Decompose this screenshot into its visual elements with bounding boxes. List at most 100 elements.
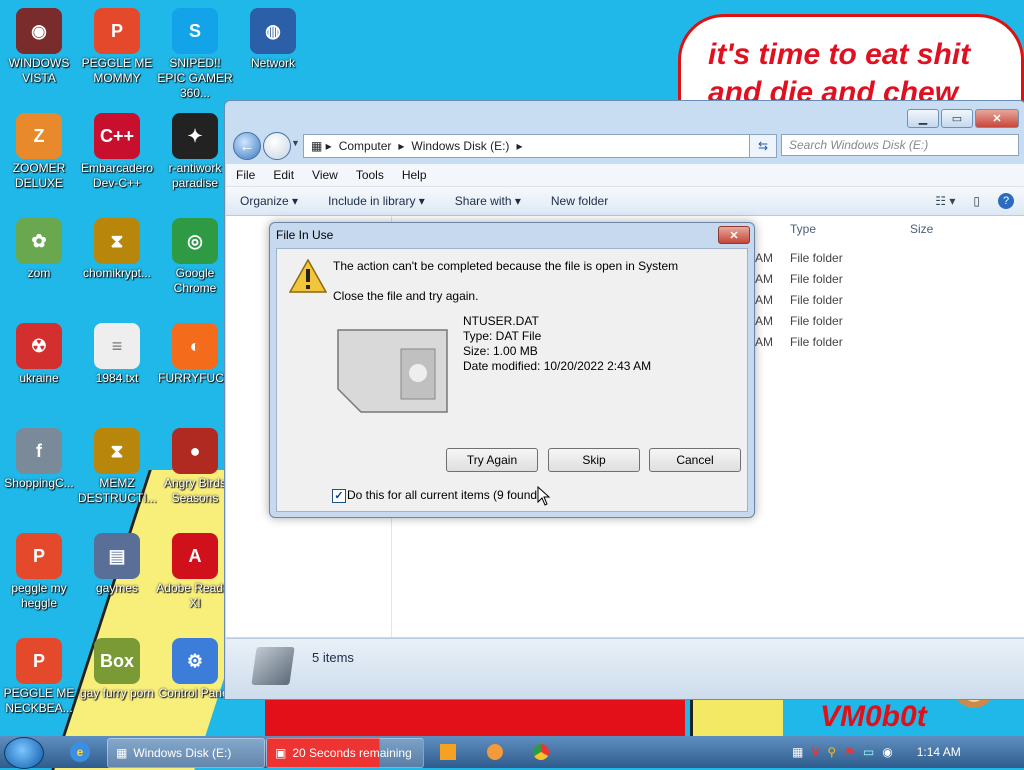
share-with-button[interactable]: Share with ▾: [455, 194, 521, 208]
navigation-row: ← ▼ ▦ ▸ Computer ▸ Windows Disk (E:) ▸ ▼…: [233, 132, 1019, 160]
tray-app-icon[interactable]: ▦: [792, 745, 803, 759]
wallpaper-logo: VM0b0t: [820, 700, 927, 733]
desktop-icon-label: Angry Birds Seasons: [163, 476, 227, 505]
file-in-use-dialog[interactable]: File In Use ✕ The action can't be comple…: [269, 222, 755, 518]
tray-network-icon[interactable]: ▭: [863, 745, 874, 759]
chrome-icon[interactable]: [533, 744, 549, 760]
cancel-button[interactable]: Cancel: [649, 448, 741, 472]
desktop-icon[interactable]: ◍ Network: [234, 8, 312, 71]
desktop-icon[interactable]: S SNIPED!! EPIC GAMER 360...: [156, 8, 234, 101]
desktop-icon-label: WINDOWS VISTA: [8, 56, 70, 85]
zom-icon: ✿: [16, 218, 62, 264]
start-button[interactable]: [4, 737, 44, 769]
menu-tools[interactable]: Tools: [356, 168, 384, 182]
desktop-icon[interactable]: ◉ WINDOWS VISTA: [0, 8, 78, 86]
tray-flag-icon[interactable]: ⚑: [844, 745, 855, 759]
skip-button[interactable]: Skip: [548, 448, 640, 472]
menu-file[interactable]: File: [236, 168, 255, 182]
wallpaper-yellow-corner: [690, 700, 783, 740]
drive-icon: ▦: [116, 746, 128, 760]
media-player-icon[interactable]: [440, 744, 456, 760]
hourglass-icon: ⧗: [94, 428, 140, 474]
desktop-icon[interactable]: P PEGGLE ME MOMMY: [78, 8, 156, 86]
command-bar: Organize ▾ Include in library ▾ Share wi…: [226, 187, 1024, 216]
peggle-icon: P: [16, 533, 62, 579]
drive-icon: [251, 647, 295, 685]
tray-v-icon[interactable]: V: [811, 745, 819, 759]
search-input[interactable]: Search Windows Disk (E:): [781, 134, 1019, 156]
include-in-library-button[interactable]: Include in library ▾: [328, 194, 425, 208]
minimize-button[interactable]: ▁: [907, 109, 939, 128]
zoomer-icon: Z: [16, 113, 62, 159]
paint-icon[interactable]: [487, 744, 503, 760]
desktop-icon[interactable]: ✦ r-antiwork paradise: [156, 113, 234, 191]
forward-button[interactable]: [263, 132, 291, 160]
firefox-icon: ◐: [172, 323, 218, 369]
dialog-close-button[interactable]: ✕: [718, 226, 750, 244]
desktop-icon[interactable]: ⧗ MEMZ DESTRUCTI...: [78, 428, 157, 506]
vista-icon: ◉: [16, 8, 62, 54]
desktop-icon[interactable]: ▤ gaymes: [78, 533, 156, 596]
copy-icon: ▣: [275, 746, 287, 760]
tray-volume-icon[interactable]: ◉: [882, 745, 892, 759]
desktop-icon[interactable]: ≡ 1984.txt: [78, 323, 156, 386]
angry-birds-icon: ●: [172, 428, 218, 474]
drive-icon: ▦ ▸: [311, 139, 332, 153]
skype-icon: S: [172, 8, 218, 54]
back-button[interactable]: ←: [233, 132, 261, 160]
menu-help[interactable]: Help: [402, 168, 427, 182]
flash-icon: f: [16, 428, 62, 474]
clock[interactable]: 1:14 AM: [917, 745, 961, 759]
text-file-icon: ≡: [94, 323, 140, 369]
peggle-icon: P: [16, 638, 62, 684]
menu-edit[interactable]: Edit: [273, 168, 294, 182]
chevron-right-icon: ▸: [398, 139, 405, 153]
taskbar-item-explorer[interactable]: ▦ Windows Disk (E:): [107, 738, 265, 768]
desktop-icon[interactable]: C++ Embarcadero Dev-C++: [78, 113, 156, 191]
desktop-icon[interactable]: ☢ ukraine: [0, 323, 78, 386]
help-icon[interactable]: ?: [998, 193, 1014, 209]
breadcrumb-computer[interactable]: Computer: [339, 139, 392, 153]
try-again-button[interactable]: Try Again: [446, 448, 538, 472]
new-folder-button[interactable]: New folder: [551, 194, 608, 208]
recent-pages-icon[interactable]: ▼: [291, 138, 300, 148]
apply-to-all-checkbox[interactable]: ✓: [332, 489, 346, 503]
refresh-button[interactable]: ⇆: [749, 134, 777, 158]
adobe-reader-icon: A: [172, 533, 218, 579]
desktop-icon-label: chomikrypt...: [82, 266, 151, 280]
control-panel-icon: ⚙: [172, 638, 218, 684]
desktop-icon[interactable]: ⚙ Control Panel: [156, 638, 234, 701]
address-bar[interactable]: ▦ ▸ Computer ▸ Windows Disk (E:) ▸ ▼: [303, 134, 767, 158]
desktop-icon-label: Network: [250, 56, 295, 70]
hourglass-icon: ⧗: [94, 218, 140, 264]
desktop-icon[interactable]: A Adobe Reader XI: [156, 533, 234, 611]
desktop-icon[interactable]: Ppeggle my heggle: [0, 533, 78, 611]
desktop-icon[interactable]: ⧗ chomikrypt...: [78, 218, 156, 281]
tray-search-icon[interactable]: ⚲: [827, 745, 836, 759]
desktop-icon[interactable]: ✿ zom: [0, 218, 78, 281]
menu-view[interactable]: View: [312, 168, 338, 182]
file-thumbnail-icon: [337, 329, 448, 413]
desktop-icon[interactable]: ● Angry Birds Seasons: [156, 428, 234, 506]
breadcrumb-drive[interactable]: Windows Disk (E:): [411, 139, 509, 153]
close-button[interactable]: ✕: [975, 109, 1019, 128]
organize-button[interactable]: Organize ▾: [240, 194, 298, 208]
desktop-icon-label: Adobe Reader XI: [156, 581, 234, 610]
view-options-icon[interactable]: ☷ ▾: [935, 194, 955, 208]
maximize-button[interactable]: ▭: [941, 109, 973, 128]
file-date-modified: Date modified: 10/20/2022 2:43 AM: [463, 359, 652, 373]
desktop-icon[interactable]: f ShoppingC...: [0, 428, 78, 491]
desktop-icon-label: MEMZ DESTRUCTI...: [78, 476, 157, 505]
taskbar-item-copy-progress[interactable]: ▣ 20 Seconds remaining: [266, 738, 424, 768]
desktop-icon-label: PEGGLE ME MOMMY: [81, 56, 153, 85]
preview-pane-icon[interactable]: ▯: [973, 194, 980, 208]
internet-explorer-icon[interactable]: e: [70, 742, 90, 762]
column-header-type[interactable]: Type: [790, 222, 816, 236]
desktop-icon[interactable]: ◐ FURRYFUCK: [156, 323, 234, 386]
desktop-icon[interactable]: Z ZOOMER DELUXE: [0, 113, 78, 191]
desktop-icon[interactable]: ◎ Google Chrome: [156, 218, 234, 296]
desktop-icon[interactable]: Box gay furry porn: [78, 638, 156, 701]
network-icon: ◍: [250, 8, 296, 54]
desktop-icon[interactable]: P PEGGLE ME NECKBEA...: [0, 638, 78, 716]
column-header-size[interactable]: Size: [910, 222, 933, 236]
